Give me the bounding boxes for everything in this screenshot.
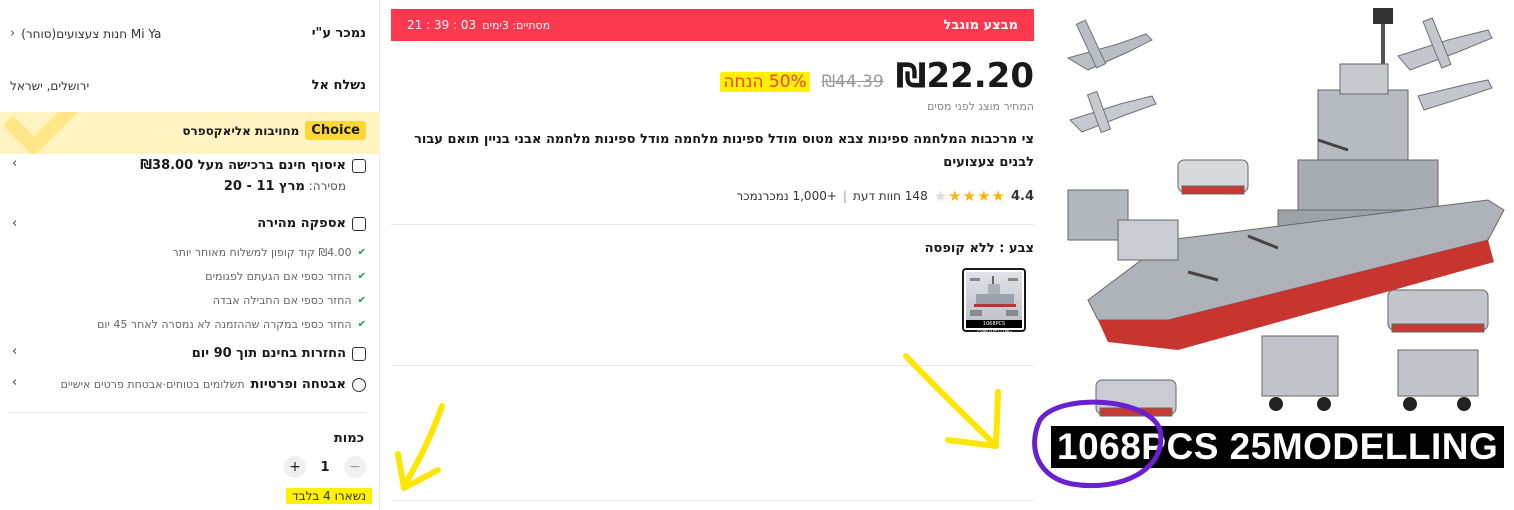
- countdown: 03 : 39 : 21: [407, 18, 477, 32]
- check-icon: ✔: [357, 294, 366, 306]
- choice-commitment-text: מחויבות אליאקספרס: [182, 123, 300, 138]
- list-item: ✔ החזר כספי אם החבילה אבדה: [212, 293, 366, 307]
- seller-link[interactable]: Mi Ya חנות צעצועים(סוחר) ‹: [10, 26, 161, 41]
- product-info: מבצע מוגבל מסתיים: 3ימים 03 : 39 : 21 ₪2…: [391, 0, 1034, 510]
- fast-delivery-section[interactable]: אספקה מהירה: [8, 216, 366, 231]
- color-label: צבע : ללא קופסה: [924, 241, 1034, 256]
- review-count-link[interactable]: 148 חוות דעת: [853, 189, 928, 203]
- divider: [391, 500, 1034, 501]
- security-title: אבטחה ופרטיות: [250, 377, 346, 392]
- quantity-value[interactable]: 1: [320, 460, 330, 475]
- chevron-icon: ‹: [10, 26, 16, 41]
- checkmark-decoration-icon: [2, 112, 84, 154]
- deal-name: מבצע מוגבל: [943, 17, 1018, 33]
- free-shipping-title: איסוף חינם ברכישה מעל ₪38.00: [140, 158, 346, 173]
- divider: [8, 412, 366, 413]
- list-item: ✔ החזר כספי במקרה שההזמנה לא נמסרה לאחר 4…: [97, 317, 366, 331]
- separator: |: [842, 189, 847, 203]
- warship-illustration-icon: [1066, 8, 1505, 417]
- choice-banner: Choice מחויבות אליאקספרס: [0, 112, 380, 154]
- truck-icon: [352, 158, 366, 173]
- quantity-label: כמות: [333, 431, 364, 446]
- free-returns-section[interactable]: החזרות בחינם תוך 90 יום: [8, 346, 366, 361]
- check-icon: ✔: [357, 270, 366, 282]
- seller-store-name: Mi Ya חנות צעצועים(סוחר): [21, 26, 162, 41]
- price-row: ₪22.20 ₪44.39 50% הנחה: [720, 56, 1034, 96]
- current-price: ₪22.20: [895, 56, 1034, 96]
- list-item: ✔ ₪4.00 קוד קופון למשלוח מאוחר יותר: [172, 245, 366, 259]
- tax-note: המחיר מוצג לפני מסים: [927, 100, 1034, 113]
- delivery-date: מרץ 11 - 20: [223, 179, 305, 194]
- return-box-icon: [352, 346, 366, 361]
- star-icon: ★: [977, 187, 991, 205]
- sold-count: +1,000 נמכרנמכר: [736, 189, 837, 203]
- delivery-label: מסירה:: [308, 179, 346, 193]
- star-icon: ★: [991, 187, 1005, 205]
- seller-label: נמכר ע"י: [311, 26, 366, 41]
- check-icon: ✔: [357, 318, 366, 330]
- free-shipping-section[interactable]: איסוף חינם ברכישה מעל ₪38.00 מסירה: מרץ …: [8, 158, 366, 194]
- swatch-thumbnail: 1068PCS 25MODELLING: [966, 272, 1022, 335]
- divider: [391, 224, 1034, 225]
- rating-value: 4.4: [1010, 188, 1034, 204]
- guarantee-list: ✔ ₪4.00 קוד קופון למשלוח מאוחר יותר ✔ החזר…: [97, 240, 366, 336]
- product-page: נמכר ע"י Mi Ya חנות צעצועים(סוחר) ‹ נשלח…: [0, 0, 1514, 510]
- star-rating: ★ ★ ★ ★ ★: [934, 187, 1005, 205]
- star-icon: ★: [962, 187, 977, 205]
- stock-note: נשארו 4 בלבד: [286, 488, 372, 504]
- limited-deal-bar: מבצע מוגבל מסתיים: 3ימים 03 : 39 : 21: [391, 9, 1034, 41]
- security-subtitle: תשלומים בטוחים·אבטחת פרטים אישיים: [60, 378, 245, 391]
- sidebar-divider: [379, 0, 380, 510]
- divider: [391, 365, 1034, 366]
- check-icon: ✔: [357, 246, 366, 258]
- shipping-sidebar: נמכר ע"י Mi Ya חנות צעצועים(סוחר) ‹ נשלח…: [0, 0, 380, 510]
- star-icon: ★: [933, 187, 948, 205]
- fast-delivery-title: אספקה מהירה: [257, 216, 346, 231]
- product-title: צי מרכבות המלחמה ספינות צבא מטוס מודל ספ…: [414, 132, 1034, 170]
- shield-icon: [352, 377, 366, 392]
- star-icon: ★: [948, 187, 962, 205]
- increase-button[interactable]: +: [284, 456, 306, 478]
- color-swatch-no-box[interactable]: 1068PCS 25MODELLING: [962, 268, 1026, 335]
- seller-row[interactable]: נמכר ע"י Mi Ya חנות צעצועים(סוחר) ‹: [10, 26, 366, 41]
- chevron-right-icon[interactable]: ›: [12, 216, 17, 231]
- security-section[interactable]: אבטחה ופרטיות תשלומים בטוחים·אבטחת פרטים…: [8, 377, 366, 392]
- chevron-right-icon[interactable]: ›: [12, 344, 17, 359]
- free-returns-title: החזרות בחינם תוך 90 יום: [191, 346, 346, 361]
- discount-badge: 50% הנחה: [720, 72, 810, 92]
- ship-thumbnail-icon: [970, 276, 1018, 316]
- original-price: ₪44.39: [821, 72, 884, 92]
- ship-to-location[interactable]: ירושלים, ישראל: [10, 79, 89, 93]
- quantity-stepper[interactable]: − 1 +: [284, 456, 366, 478]
- chevron-right-icon[interactable]: ›: [12, 156, 17, 171]
- deal-timer: מסתיים: 3ימים 03 : 39 : 21: [407, 18, 550, 32]
- deal-ends-label: מסתיים: 3ימים: [482, 18, 551, 32]
- choice-badge: Choice: [305, 121, 366, 140]
- ship-to-label: נשלח אל: [311, 78, 366, 93]
- image-caption: 1068PCS 25MODELLING: [1051, 426, 1505, 468]
- ship-to-row[interactable]: נשלח אל ירושלים, ישראל: [10, 78, 366, 93]
- decrease-button[interactable]: −: [344, 456, 366, 478]
- swatch-caption: 1068PCS 25MODELLING: [966, 320, 1022, 335]
- box-icon: [352, 216, 366, 231]
- list-item: ✔ החזר כספי אם הגעתם לפגומים: [205, 269, 366, 283]
- rating-row[interactable]: 4.4 ★ ★ ★ ★ ★ 148 חוות דעת | +1,000 נמכר…: [737, 187, 1034, 205]
- product-image[interactable]: 1068PCS 25MODELLING: [1048, 0, 1514, 510]
- chevron-right-icon[interactable]: ›: [12, 375, 17, 390]
